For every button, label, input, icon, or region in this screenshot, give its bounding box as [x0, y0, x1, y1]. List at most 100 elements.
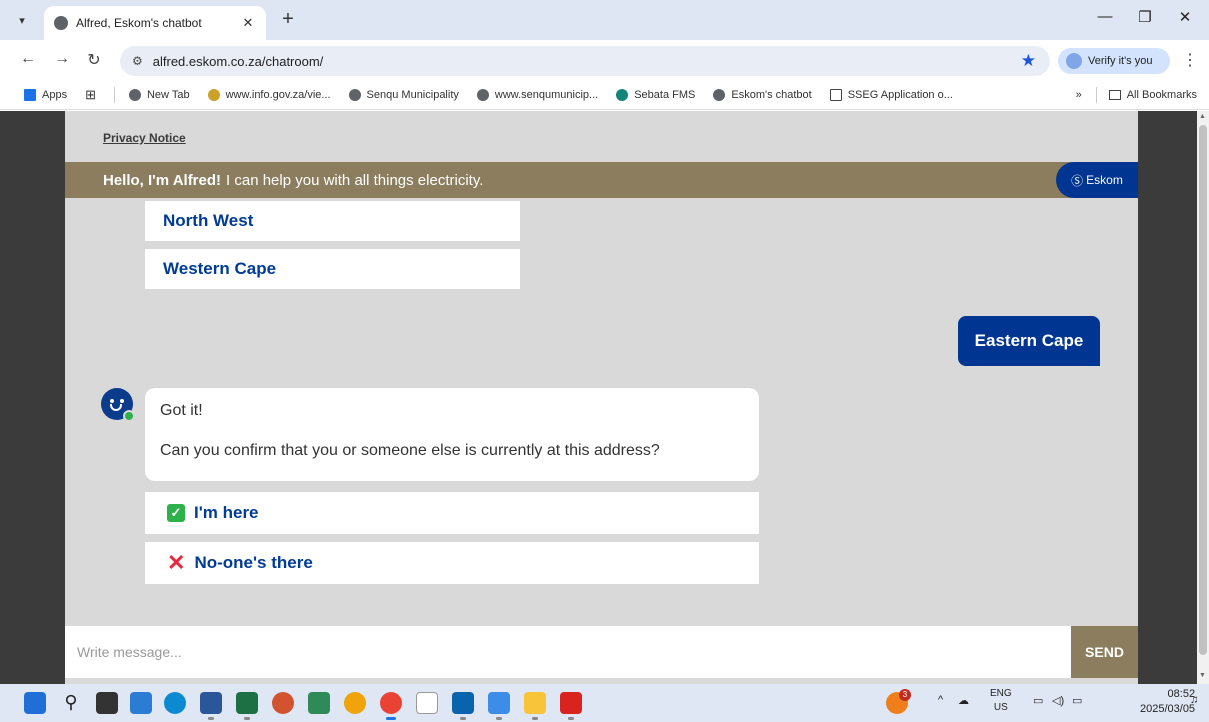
no-ones-there-button[interactable]: ✕ No-one's there	[145, 542, 759, 584]
office-icon[interactable]	[344, 692, 366, 714]
checkmark-icon: ✓	[167, 504, 185, 522]
running-indicator	[460, 717, 466, 720]
bookmark-eskom-chatbot[interactable]: Eskom's chatbot	[713, 88, 812, 101]
bookmark-star-icon[interactable]: ★	[1021, 51, 1036, 71]
privacy-notice-link[interactable]: Privacy Notice	[103, 131, 186, 145]
bookmark-sebata[interactable]: Sebata FMS	[616, 88, 695, 101]
new-tab-button[interactable]: +	[276, 8, 300, 31]
taskbar: ⚲ 3 ^ ☁ ENG US ▭ ◁) ▭ 08:52 2025/03/05 ♫	[0, 684, 1209, 722]
bot-message: Got it! Can you confirm that you or some…	[145, 388, 759, 481]
running-indicator	[532, 717, 538, 720]
excel-icon[interactable]	[236, 692, 258, 714]
scroll-up-icon[interactable]: ▲	[1199, 113, 1206, 120]
notification-app-icon[interactable]: 3	[886, 689, 911, 714]
powerpoint-icon[interactable]	[272, 692, 294, 714]
tab-title: Alfred, Eskom's chatbot	[76, 16, 202, 30]
chat-header: Hello, I'm Alfred! I can help you with a…	[65, 162, 1138, 198]
scrollbar[interactable]: ▲ ▼	[1197, 111, 1209, 684]
all-bookmarks[interactable]: All Bookmarks	[1127, 89, 1197, 101]
header-greeting: Hello, I'm Alfred!	[103, 171, 222, 189]
profile-icon	[1066, 53, 1082, 69]
publisher-icon[interactable]	[308, 692, 330, 714]
bookmark-senqumunicip[interactable]: www.senqumunicip...	[476, 88, 598, 101]
widgets-icon[interactable]	[130, 692, 152, 714]
task-view-icon[interactable]	[96, 692, 118, 714]
onedrive-icon[interactable]: ☁	[958, 694, 969, 707]
close-window-button[interactable]: ✕	[1170, 8, 1200, 26]
globe-icon	[128, 88, 141, 101]
bookmark-senqu[interactable]: Senqu Municipality	[348, 88, 459, 101]
document-icon[interactable]	[416, 692, 438, 714]
notification-bell-icon[interactable]: ♫	[1190, 694, 1198, 706]
avatar-eye	[120, 399, 124, 403]
language-indicator[interactable]: ENG US	[990, 687, 1012, 715]
folder-icon	[1108, 90, 1121, 100]
badge-count: 3	[899, 689, 911, 701]
clock[interactable]: 08:52 2025/03/05	[1140, 687, 1195, 717]
bookmark-sseg[interactable]: SSEG Application o...	[829, 88, 953, 101]
tab-groups-icon[interactable]: ⊞	[85, 87, 96, 103]
scroll-down-icon[interactable]: ▼	[1199, 672, 1206, 679]
message-input[interactable]	[65, 626, 1071, 678]
browser-toolbar: ← → ↻ ⚙ alfred.eskom.co.za/chatroom/ ★ V…	[0, 40, 1209, 80]
outlook-icon[interactable]	[452, 692, 474, 714]
chevron-up-icon[interactable]: ^	[938, 694, 943, 706]
globe-icon	[54, 16, 68, 30]
avatar-eye	[110, 399, 114, 403]
eskom-logo: Ⓢ Eskom	[1056, 162, 1138, 198]
im-here-button[interactable]: ✓ I'm here	[145, 492, 759, 534]
globe-icon	[348, 88, 361, 101]
photos-icon[interactable]	[488, 692, 510, 714]
bot-line: Can you confirm that you or someone else…	[160, 442, 660, 459]
bookmark-new-tab[interactable]: New Tab	[128, 88, 190, 101]
option-western-cape[interactable]: Western Cape	[145, 249, 520, 289]
acrobat-icon[interactable]	[560, 692, 582, 714]
forward-button[interactable]: →	[52, 50, 72, 68]
cross-icon: ✕	[167, 550, 186, 575]
site-info-icon[interactable]: ⚙	[132, 54, 143, 68]
running-indicator	[496, 717, 502, 720]
send-button[interactable]: SEND	[1071, 626, 1138, 678]
globe-icon	[476, 88, 489, 101]
page-viewport: Privacy Notice Hello, I'm Alfred! I can …	[0, 111, 1197, 684]
bookmarks-bar: Apps ⊞ New Tab www.info.gov.za/vie... Se…	[0, 80, 1209, 110]
browser-tab[interactable]: Alfred, Eskom's chatbot ✕	[44, 6, 266, 40]
file-explorer-icon[interactable]	[524, 692, 546, 714]
running-indicator	[208, 717, 214, 720]
option-north-west[interactable]: North West	[145, 201, 520, 241]
eskom-mark-icon: Ⓢ	[1071, 173, 1084, 188]
search-icon[interactable]: ⚲	[60, 692, 82, 714]
address-bar[interactable]: ⚙ alfred.eskom.co.za/chatroom/ ★	[120, 46, 1050, 76]
battery-icon[interactable]: ▭	[1072, 694, 1082, 707]
reload-button[interactable]: ↻	[84, 50, 104, 70]
edge-icon[interactable]	[164, 692, 186, 714]
message-composer: SEND	[65, 626, 1138, 678]
volume-icon[interactable]: ◁)	[1052, 694, 1064, 707]
divider	[1095, 87, 1097, 103]
bookmark-apps[interactable]: Apps	[24, 88, 67, 101]
folder-icon	[829, 88, 842, 101]
restore-button[interactable]: ❐	[1130, 8, 1160, 26]
running-indicator	[244, 717, 250, 720]
minimize-button[interactable]: —	[1090, 8, 1120, 25]
running-indicator	[568, 717, 574, 720]
chat-panel: Privacy Notice Hello, I'm Alfred! I can …	[65, 111, 1138, 684]
scrollbar-thumb[interactable]	[1199, 125, 1207, 655]
bot-avatar	[101, 388, 135, 422]
close-tab-icon[interactable]: ✕	[240, 15, 256, 31]
more-bookmarks-icon[interactable]: »	[1076, 89, 1082, 101]
word-icon[interactable]	[200, 692, 222, 714]
menu-icon[interactable]: ⋮	[1182, 50, 1198, 70]
start-icon[interactable]	[24, 692, 46, 714]
bookmark-info-gov[interactable]: www.info.gov.za/vie...	[207, 88, 331, 101]
avatar-smile	[110, 404, 122, 411]
active-indicator	[386, 717, 396, 720]
back-button[interactable]: ←	[18, 50, 38, 68]
url-text: alfred.eskom.co.za/chatroom/	[152, 53, 324, 69]
network-icon[interactable]: ▭	[1033, 694, 1043, 707]
tab-search-button[interactable]: ▾	[10, 9, 34, 31]
verify-label: Verify it's you	[1088, 55, 1153, 67]
verify-button[interactable]: Verify it's you	[1058, 48, 1170, 74]
chrome-icon[interactable]	[380, 692, 402, 714]
tab-strip: ▾ Alfred, Eskom's chatbot ✕ + — ❐ ✕	[0, 0, 1209, 40]
